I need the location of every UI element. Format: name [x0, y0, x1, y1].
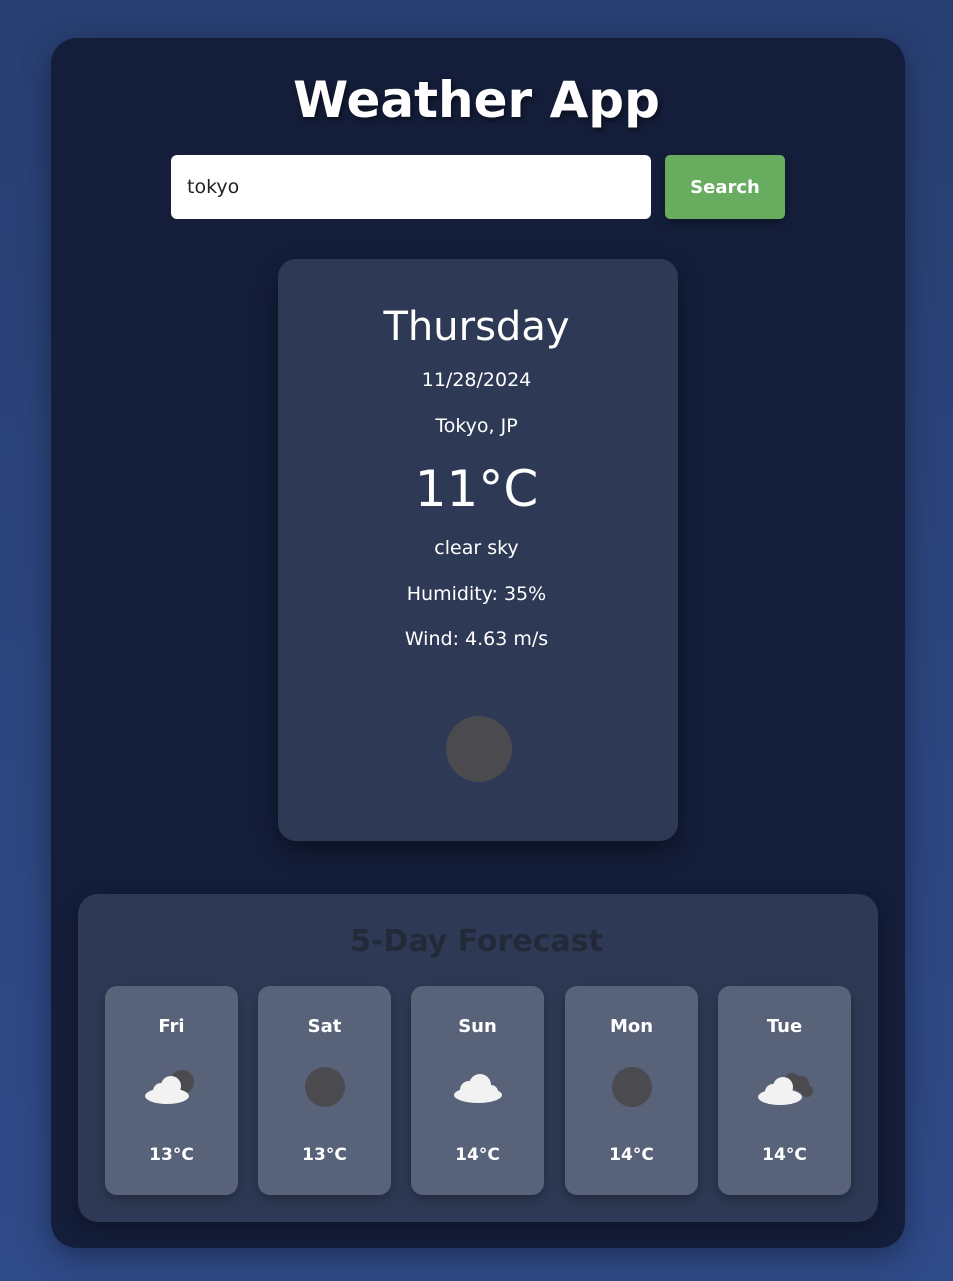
- city-search-input[interactable]: [171, 155, 651, 219]
- forecast-card-tue: Tue 14°C: [718, 986, 851, 1195]
- forecast-card-sun: Sun 14°C: [411, 986, 544, 1195]
- cloud-with-dark-clouds-icon: [754, 1064, 816, 1110]
- search-button[interactable]: Search: [665, 155, 785, 219]
- forecast-temp: 13°C: [302, 1145, 347, 1165]
- forecast-temp: 14°C: [762, 1145, 807, 1165]
- current-wind: Wind: 4.63 m/s: [404, 628, 549, 650]
- current-description: clear sky: [434, 537, 519, 559]
- forecast-day: Sat: [307, 1016, 342, 1037]
- dark-circle-icon: [294, 1064, 356, 1110]
- forecast-temp: 14°C: [455, 1145, 500, 1165]
- forecast-temp: 14°C: [609, 1145, 654, 1165]
- cloud-icon: [447, 1064, 509, 1110]
- cloud-with-dark-circle-icon: [141, 1064, 203, 1110]
- current-humidity: Humidity: 35%: [406, 583, 547, 605]
- current-location: Tokyo, JP: [435, 415, 518, 437]
- dark-circle-icon: [601, 1064, 663, 1110]
- forecast-day: Mon: [609, 1016, 654, 1037]
- forecast-temp: 13°C: [149, 1145, 194, 1165]
- clear-sky-icon: [446, 716, 512, 782]
- forecast-day: Fri: [158, 1016, 185, 1037]
- current-temperature: 11°C: [414, 460, 539, 518]
- forecast-day: Sun: [458, 1016, 497, 1037]
- forecast-card-sat: Sat 13°C: [258, 986, 391, 1195]
- current-date: 11/28/2024: [421, 369, 532, 391]
- forecast-title: 5-Day Forecast: [350, 924, 603, 959]
- forecast-card-fri: Fri 13°C: [105, 986, 238, 1195]
- forecast-card-mon: Mon 14°C: [565, 986, 698, 1195]
- forecast-day: Tue: [766, 1016, 803, 1037]
- page-title: Weather App: [293, 71, 660, 129]
- current-day: Thursday: [383, 304, 570, 350]
